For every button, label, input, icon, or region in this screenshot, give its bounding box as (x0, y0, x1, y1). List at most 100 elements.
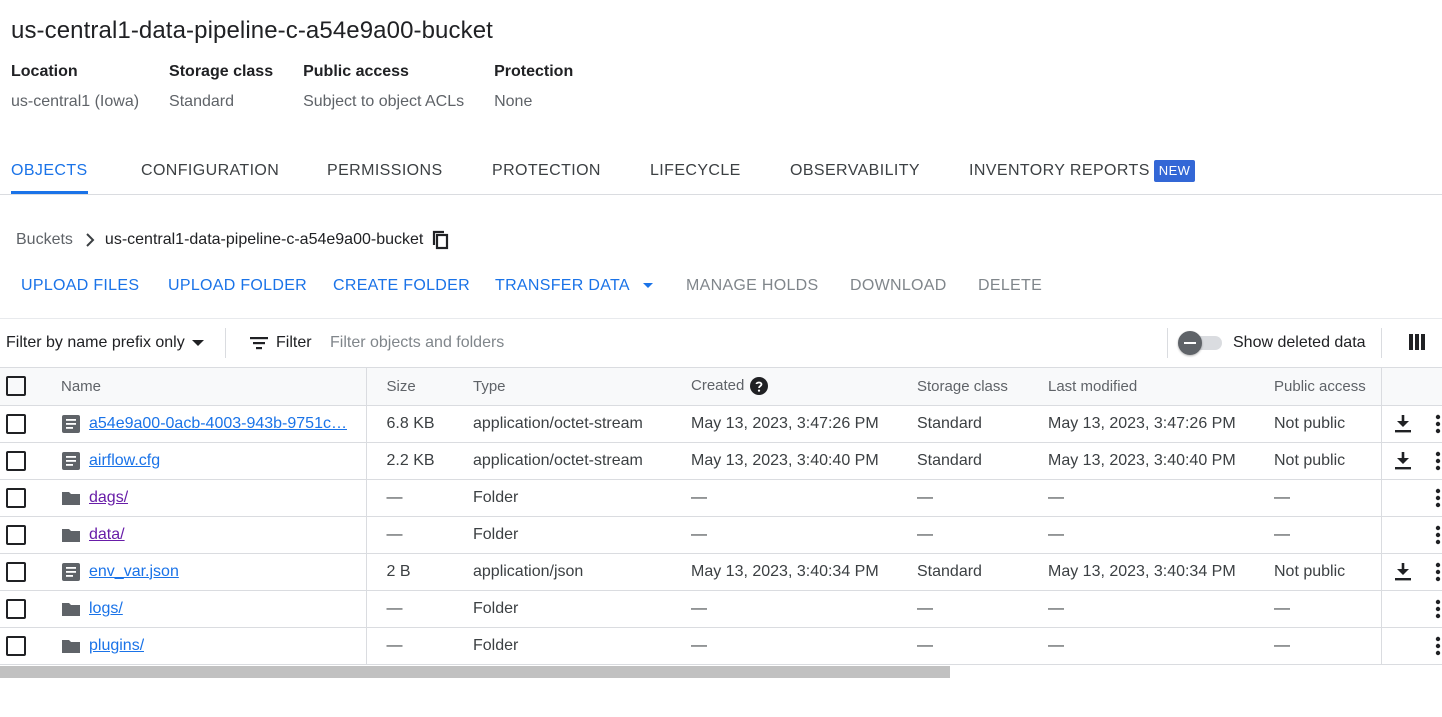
row-select-cell (0, 405, 32, 443)
actions-cell (1380, 627, 1442, 665)
tab-permissions[interactable]: PERMISSIONS (327, 150, 443, 194)
storage-class-cell: — (917, 627, 1048, 665)
type-cell: Folder (473, 627, 691, 665)
object-name-link[interactable]: logs/ (89, 600, 123, 618)
object-name-link[interactable]: env_var.json (89, 563, 179, 581)
row-checkbox[interactable] (6, 450, 26, 471)
more-vert-icon[interactable] (1435, 525, 1441, 550)
more-vert-icon[interactable] (1435, 488, 1441, 513)
transfer-data-button[interactable]: TRANSFER DATA (495, 272, 654, 300)
folder-icon (61, 525, 81, 545)
filter-input[interactable] (330, 329, 830, 357)
help-icon[interactable] (750, 377, 769, 396)
last-modified-cell: — (1048, 479, 1274, 517)
filter-bar: Filter by name prefix only Filter Show d… (0, 318, 1442, 368)
table-row[interactable]: data/— Folder — — — — (0, 516, 1442, 554)
create-folder-button[interactable]: CREATE FOLDER (333, 272, 470, 300)
row-checkbox[interactable] (6, 524, 26, 545)
actions-cell (1380, 516, 1442, 554)
tab-inventory-reports-label: INVENTORY REPORTS (969, 162, 1150, 179)
new-badge: NEW (1153, 159, 1196, 182)
table-row[interactable]: airflow.cfg 2.2 KB application/octet-strea… (0, 442, 1442, 480)
select-all-cell (0, 368, 32, 406)
object-name-link[interactable]: plugins/ (89, 637, 144, 655)
created-header[interactable]: Created (691, 368, 917, 406)
row-select-cell (0, 627, 32, 665)
table-row[interactable]: env_var.json 2 Bapplication/json May 13, 2… (0, 553, 1442, 591)
storage-class-cell: Standard (917, 442, 1048, 480)
public-access-header[interactable]: Public access (1274, 368, 1381, 406)
row-select-cell (0, 553, 32, 591)
delete-button[interactable]: DELETE (978, 272, 1042, 300)
storage-class-info: Storage class Standard (169, 62, 273, 112)
more-vert-icon[interactable] (1435, 562, 1441, 587)
upload-folder-button[interactable]: UPLOAD FOLDER (168, 272, 307, 300)
show-deleted-label: Show deleted data (1233, 334, 1366, 351)
size-cell: — (366, 627, 473, 665)
size-cell: — (366, 479, 473, 517)
last-modified-header[interactable]: Last modified (1048, 368, 1274, 406)
breadcrumb: Buckets us-central1-data-pipeline-c-a54e… (16, 229, 451, 251)
upload-files-button[interactable]: UPLOAD FILES (21, 272, 139, 300)
select-all-checkbox[interactable] (6, 376, 26, 397)
toggle-knob (1178, 331, 1202, 355)
filter-button[interactable]: Filter (249, 319, 312, 367)
row-checkbox[interactable] (6, 413, 26, 434)
breadcrumb-current: us-central1-data-pipeline-c-a54e9a00-buc… (104, 231, 424, 248)
protection-label: Protection (494, 63, 574, 80)
object-name-link[interactable]: data/ (89, 526, 125, 544)
row-checkbox[interactable] (6, 635, 26, 656)
more-vert-icon[interactable] (1435, 636, 1441, 661)
file-icon (61, 562, 81, 582)
table-row[interactable]: plugins/— Folder — — — — (0, 627, 1442, 665)
actions-cell (1380, 590, 1442, 628)
copy-icon[interactable] (431, 229, 451, 251)
caret-down-icon (642, 282, 654, 290)
tab-inventory-reports[interactable]: INVENTORY REPORTS NEW (969, 150, 1196, 194)
storage-class-value: Standard (169, 93, 234, 110)
row-checkbox[interactable] (6, 487, 26, 508)
filter-prefix-dropdown[interactable]: Filter by name prefix only (6, 319, 204, 367)
download-icon[interactable] (1394, 451, 1412, 476)
object-name-link[interactable]: a54e9a00-0acb-4003-943b-9751c… (89, 415, 347, 433)
table-row[interactable]: dags/— Folder — — — — (0, 479, 1442, 517)
breadcrumb-buckets-link[interactable]: Buckets (16, 231, 73, 249)
show-deleted-toggle[interactable] (1178, 331, 1224, 355)
tab-configuration[interactable]: CONFIGURATION (141, 150, 279, 194)
table-row[interactable]: logs/— Folder — — — — (0, 590, 1442, 628)
more-vert-icon[interactable] (1435, 599, 1441, 624)
public-access-label: Public access (303, 63, 409, 80)
public-access-cell: Not public (1274, 405, 1381, 443)
type-header[interactable]: Type (473, 368, 691, 406)
download-icon[interactable] (1394, 414, 1412, 439)
more-vert-icon[interactable] (1435, 451, 1441, 476)
divider (1381, 328, 1382, 358)
size-cell: 2.2 KB (366, 442, 473, 480)
column-display-icon[interactable] (1408, 333, 1426, 354)
download-button[interactable]: DOWNLOAD (850, 272, 947, 300)
storage-class-header[interactable]: Storage class (917, 368, 1048, 406)
object-name-link[interactable]: airflow.cfg (89, 452, 160, 470)
name-header[interactable]: Name (32, 368, 367, 406)
tab-protection[interactable]: PROTECTION (492, 150, 601, 194)
manage-holds-button[interactable]: MANAGE HOLDS (686, 272, 819, 300)
horizontal-scrollbar[interactable] (0, 666, 950, 678)
object-name-link[interactable]: dags/ (89, 489, 128, 507)
row-checkbox[interactable] (6, 561, 26, 582)
tab-observability[interactable]: OBSERVABILITY (790, 150, 920, 194)
created-cell: — (691, 627, 917, 665)
tab-objects[interactable]: OBJECTS (11, 150, 88, 194)
file-icon (61, 414, 81, 434)
download-icon[interactable] (1394, 562, 1412, 587)
public-access-value: Subject to object ACLs (303, 93, 465, 110)
size-header[interactable]: Size (366, 368, 473, 406)
more-vert-icon[interactable] (1435, 414, 1441, 439)
size-cell: 6.8 KB (366, 405, 473, 443)
table-row[interactable]: a54e9a00-0acb-4003-943b-9751c… 6.8 KB appl… (0, 405, 1442, 443)
created-cell: May 13, 2023, 3:40:34 PM (691, 553, 917, 591)
tab-lifecycle[interactable]: LIFECYCLE (650, 150, 741, 194)
storage-class-cell: — (917, 479, 1048, 517)
row-checkbox[interactable] (6, 598, 26, 619)
name-cell: dags/ (32, 479, 367, 517)
chevron-right-icon (85, 233, 95, 247)
